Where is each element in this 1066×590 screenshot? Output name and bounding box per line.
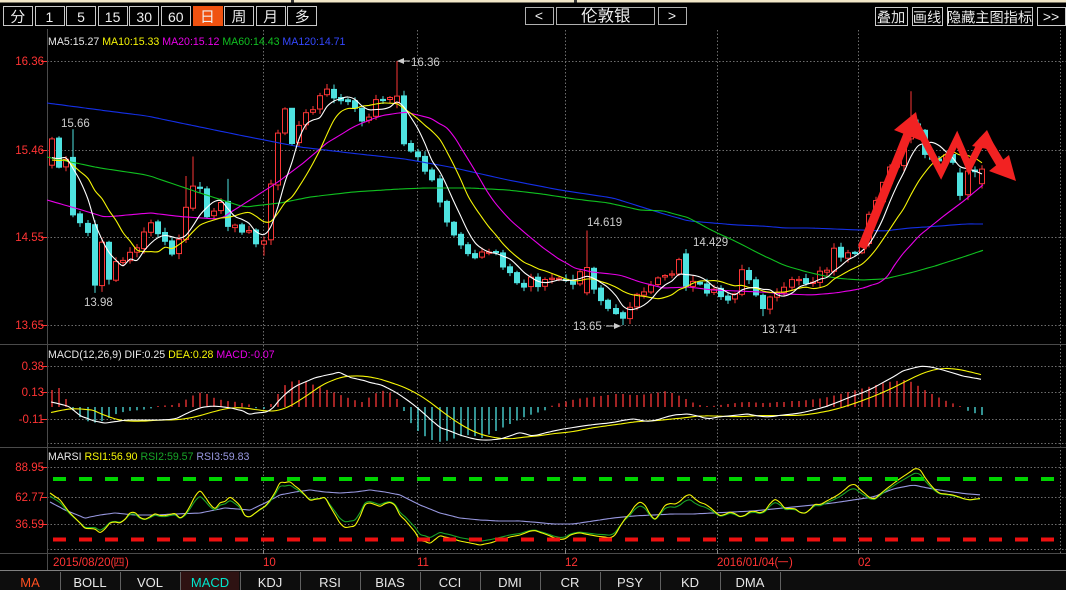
svg-text:60: 60 <box>168 9 184 25</box>
svg-text:30: 30 <box>136 9 152 25</box>
svg-text:MACD: MACD <box>191 575 229 590</box>
svg-text:KDJ: KDJ <box>258 575 283 590</box>
svg-text:BOLL: BOLL <box>73 575 106 590</box>
svg-text:<: < <box>535 8 543 24</box>
svg-text:>>: >> <box>1043 9 1059 25</box>
svg-text:02: 02 <box>858 557 871 569</box>
svg-text:2016/01/04(: 2016/01/04( <box>717 557 779 569</box>
svg-text:15.66: 15.66 <box>61 118 90 130</box>
svg-text:0.38: 0.38 <box>22 361 44 373</box>
svg-text:CCI: CCI <box>439 575 461 590</box>
svg-text:16.36: 16.36 <box>15 56 44 68</box>
svg-text:15.46: 15.46 <box>15 145 44 157</box>
svg-text:88.95: 88.95 <box>15 462 44 474</box>
svg-text:13.65: 13.65 <box>15 320 44 332</box>
svg-text:13.65: 13.65 <box>573 321 602 333</box>
svg-text:5: 5 <box>77 9 85 25</box>
svg-text:MA5:15.27 MA10:15.33 MA20:15.1: MA5:15.27 MA10:15.33 MA20:15.12 MA60:14.… <box>48 36 346 48</box>
svg-text:DMA: DMA <box>736 575 765 590</box>
svg-text:62.77: 62.77 <box>15 492 44 504</box>
svg-text:11: 11 <box>417 557 429 569</box>
svg-text:14.619: 14.619 <box>587 217 622 229</box>
svg-text:10: 10 <box>263 557 276 569</box>
svg-text:MA: MA <box>20 575 40 590</box>
svg-text:12: 12 <box>565 557 578 569</box>
svg-text:36.59: 36.59 <box>15 519 44 531</box>
svg-text:VOL: VOL <box>137 575 163 590</box>
svg-text:0.13: 0.13 <box>22 387 44 399</box>
svg-text:MARSI RSI1:56.90 RSI2:59.57 RS: MARSI RSI1:56.90 RSI2:59.57 RSI3:59.83 <box>48 451 250 463</box>
svg-text:-0.11: -0.11 <box>19 414 44 426</box>
svg-text:DMI: DMI <box>498 575 522 590</box>
svg-text:14.429: 14.429 <box>693 237 728 249</box>
svg-text:KD: KD <box>681 575 699 590</box>
svg-text:BIAS: BIAS <box>375 575 405 590</box>
svg-text:RSI: RSI <box>319 575 341 590</box>
svg-text:13.741: 13.741 <box>762 324 797 336</box>
svg-text:13.98: 13.98 <box>84 297 113 309</box>
svg-text:>: > <box>668 8 676 24</box>
svg-text:15: 15 <box>105 9 121 25</box>
svg-text:): ) <box>789 557 793 569</box>
svg-text:14.55: 14.55 <box>15 232 44 244</box>
svg-text:CR: CR <box>561 575 580 590</box>
svg-text:): ) <box>125 557 129 569</box>
svg-text:PSY: PSY <box>617 575 643 590</box>
svg-text:MACD(12,26,9) DIF:0.25 DEA:0.2: MACD(12,26,9) DIF:0.25 DEA:0.28 MACD:-0.… <box>48 349 275 361</box>
svg-text:2015/08/20(: 2015/08/20( <box>53 557 115 569</box>
svg-text:1: 1 <box>46 9 54 25</box>
svg-text:16.36: 16.36 <box>411 57 440 69</box>
